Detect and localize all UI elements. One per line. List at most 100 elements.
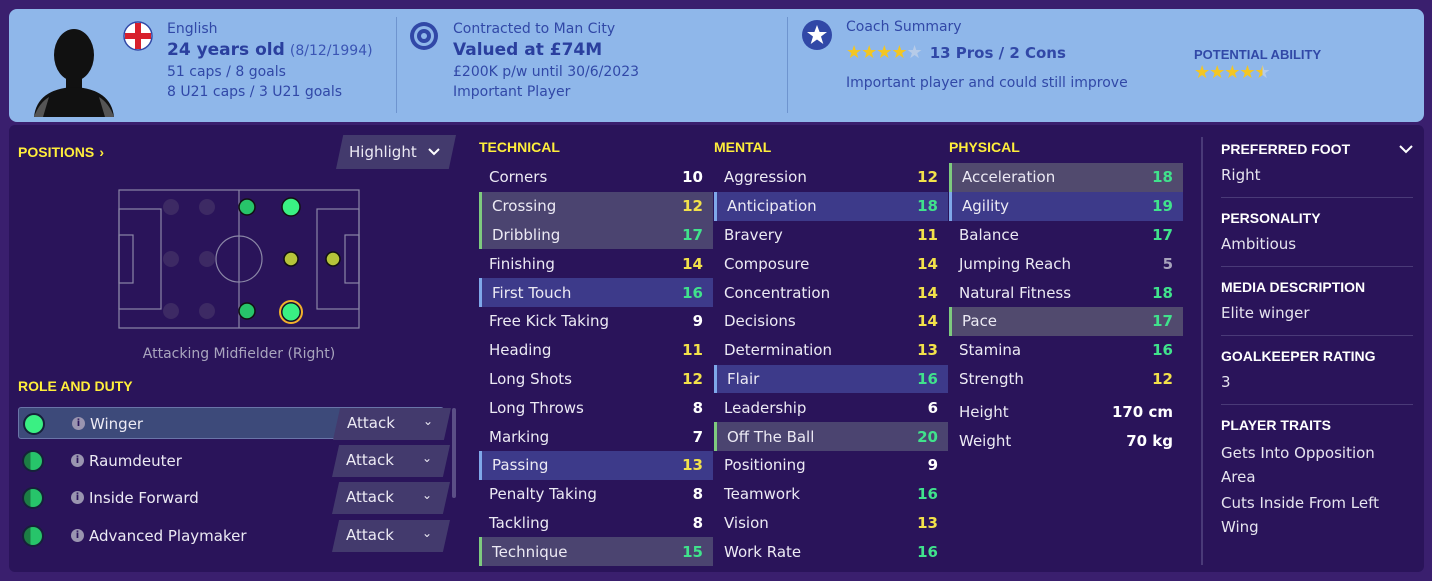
attribute-name: Vision (724, 513, 769, 532)
roles-scrollbar[interactable] (452, 408, 456, 498)
attribute-name: Corners (489, 168, 548, 187)
attribute-name: Pace (962, 312, 998, 331)
attribute-row[interactable]: Vision 13 (714, 509, 948, 538)
current-ability-stars: ★★★★★ (846, 42, 923, 63)
attribute-name: Long Shots (489, 369, 572, 388)
duty-value: Attack (346, 451, 394, 469)
attribute-name: Natural Fitness (959, 283, 1072, 302)
role-row-raumdeuter[interactable]: i Raumdeuter Attack ⌄ (18, 445, 450, 477)
potential-ability-label: POTENTIAL ABILITY (1194, 47, 1322, 62)
coach-summary-title: Coach Summary (846, 19, 962, 35)
attribute-row[interactable]: Crossing 12 (479, 191, 713, 221)
attribute-row[interactable]: Work Rate 16 (714, 537, 948, 566)
attribute-row[interactable]: Decisions 14 (714, 307, 948, 336)
goalkeeper-rating-label: GOALKEEPER RATING (1221, 348, 1376, 364)
attribute-name: Finishing (489, 254, 555, 273)
attribute-row[interactable]: Technique 15 (479, 537, 713, 567)
attribute-row[interactable]: Determination 13 (714, 336, 948, 365)
attribute-row[interactable]: Positioning 9 (714, 451, 948, 480)
attribute-value: 8 (692, 485, 703, 504)
attribute-row[interactable]: Finishing 14 (479, 249, 713, 278)
attribute-row[interactable]: Flair 16 (714, 364, 948, 394)
attribute-row[interactable]: Long Shots 12 (479, 365, 713, 394)
attribute-row[interactable]: Dribbling 17 (479, 220, 713, 250)
attribute-row[interactable]: Off The Ball 20 (714, 422, 948, 451)
attribute-row[interactable]: Pace 17 (949, 306, 1183, 336)
attribute-value: 14 (917, 312, 938, 331)
attribute-value: 11 (682, 341, 703, 360)
attribute-row[interactable]: Heading 11 (479, 336, 713, 365)
attribute-name: Dribbling (492, 225, 561, 244)
attribute-name: Flair (727, 369, 760, 388)
attribute-row[interactable]: Strength 12 (949, 365, 1183, 394)
attribute-value: 17 (1152, 225, 1173, 244)
player-trait: Gets Into Opposition Area (1221, 444, 1375, 486)
attribute-row[interactable]: Natural Fitness 18 (949, 278, 1183, 307)
attribute-row[interactable]: First Touch 16 (479, 278, 713, 307)
attribute-name: Heading (489, 341, 552, 360)
duty-value: Attack (346, 526, 394, 544)
attribute-value: 18 (1152, 283, 1173, 302)
duty-value: Attack (346, 488, 394, 506)
attribute-name: Decisions (724, 312, 796, 331)
attribute-row[interactable]: Agility 19 (949, 191, 1183, 221)
weight-label: Weight (959, 431, 1012, 450)
role-row-inside-forward[interactable]: i Inside Forward Attack ⌄ (18, 482, 450, 514)
attribute-row[interactable]: Long Throws 8 (479, 393, 713, 422)
info-icon[interactable]: i (71, 454, 84, 467)
info-icon[interactable]: i (71, 529, 84, 542)
attribute-row[interactable]: Marking 7 (479, 422, 713, 451)
attribute-row[interactable]: Aggression 12 (714, 163, 948, 192)
attribute-name: Leadership (724, 398, 807, 417)
attribute-row[interactable]: Passing 13 (479, 450, 713, 480)
attribute-row[interactable]: Anticipation 18 (714, 191, 948, 221)
duty-dropdown[interactable]: Attack ⌄ (332, 445, 450, 477)
role-row-advanced-playmaker[interactable]: i Advanced Playmaker Attack ⌄ (18, 520, 450, 552)
attribute-row[interactable]: Composure 14 (714, 249, 948, 278)
chevron-right-icon: › (99, 144, 104, 160)
attribute-row[interactable]: Jumping Reach 5 (949, 249, 1183, 278)
attribute-row[interactable]: Free Kick Taking 9 (479, 307, 713, 336)
positions-link[interactable]: POSITIONS › (18, 142, 104, 161)
attribute-row[interactable]: Concentration 14 (714, 278, 948, 307)
attribute-row[interactable]: Penalty Taking 8 (479, 480, 713, 509)
duty-dropdown[interactable]: Attack ⌄ (332, 482, 450, 514)
attribute-row[interactable]: Bravery 11 (714, 221, 948, 250)
attribute-name: Work Rate (724, 542, 802, 561)
chevron-down-icon[interactable] (1399, 145, 1413, 154)
info-icon[interactable]: i (72, 417, 85, 430)
player-attributes-panel: POSITIONS › Highlight Attacking Midfield… (9, 125, 1424, 572)
attribute-name: Jumping Reach (959, 254, 1071, 273)
attribute-row[interactable]: Balance 17 (949, 221, 1183, 250)
attribute-value: 18 (1152, 168, 1173, 187)
attribute-row[interactable]: Acceleration 18 (949, 163, 1183, 192)
attribute-value: 8 (692, 398, 703, 417)
attribute-value: 12 (682, 197, 703, 216)
attribute-value: 9 (927, 456, 938, 475)
attribute-row[interactable]: Stamina 16 (949, 336, 1183, 365)
attribute-name: Concentration (724, 283, 831, 302)
attribute-name: First Touch (492, 283, 572, 302)
player-info-column: PREFERRED FOOT Right PERSONALITY Ambitio… (1221, 141, 1413, 539)
attribute-name: Acceleration (962, 168, 1056, 187)
duty-dropdown[interactable]: Attack ⌄ (332, 520, 450, 552)
attribute-value: 12 (917, 168, 938, 187)
attribute-value: 16 (917, 485, 938, 504)
attribute-name: Aggression (724, 168, 807, 187)
attribute-row[interactable]: Corners 10 (479, 163, 713, 192)
attribute-name: Balance (959, 225, 1019, 244)
attribute-value: 20 (917, 427, 938, 446)
highlight-dropdown[interactable]: Highlight (336, 135, 456, 169)
info-icon[interactable]: i (71, 491, 84, 504)
attribute-row[interactable]: Leadership 6 (714, 393, 948, 422)
duty-dropdown[interactable]: Attack ⌄ (333, 408, 451, 440)
attribute-value: 16 (917, 369, 938, 388)
attribute-row[interactable]: Tackling 8 (479, 509, 713, 538)
attribute-name: Stamina (959, 341, 1022, 360)
player-traits-label: PLAYER TRAITS (1221, 417, 1331, 433)
attribute-name: Bravery (724, 225, 783, 244)
role-row-winger[interactable]: i Winger Attack ⌄ (18, 407, 451, 440)
attribute-row[interactable]: Teamwork 16 (714, 480, 948, 509)
attribute-name: Teamwork (724, 485, 800, 504)
attribute-value: 18 (917, 197, 938, 216)
